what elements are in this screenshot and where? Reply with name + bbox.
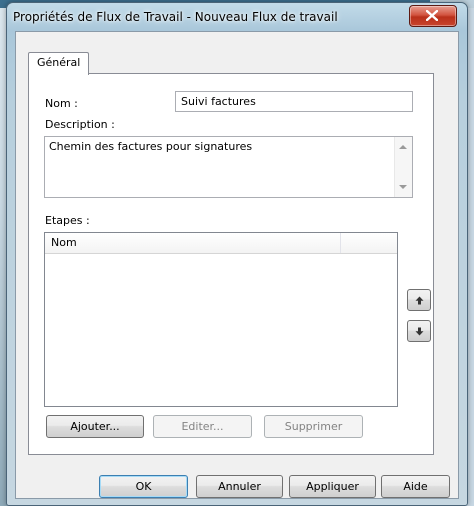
cancel-button[interactable]: Annuler [196, 475, 283, 498]
close-button[interactable] [409, 5, 457, 27]
close-icon [426, 10, 438, 21]
description-text: Chemin des factures pour signatures [49, 140, 253, 153]
edit-step-button[interactable]: Editer... [153, 415, 252, 438]
scroll-down-icon[interactable] [399, 185, 407, 189]
column-header-nom[interactable]: Nom [45, 233, 341, 253]
arrow-up-icon [415, 296, 424, 305]
delete-step-button[interactable]: Supprimer [264, 415, 363, 438]
dialog-client-area: Général Nom : Suivi factures Description… [15, 31, 459, 499]
column-header-empty[interactable] [341, 233, 399, 253]
workflow-properties-dialog: Propriétés de Flux de Travail - Nouveau … [6, 2, 468, 506]
ok-button[interactable]: OK [99, 475, 188, 498]
name-label: Nom : [45, 97, 78, 110]
add-step-button[interactable]: Ajouter... [46, 415, 144, 438]
steps-list[interactable]: Nom [44, 232, 398, 407]
dialog-title: Propriétés de Flux de Travail - Nouveau … [13, 10, 338, 24]
steps-list-header: Nom [45, 233, 397, 254]
move-up-button[interactable] [407, 289, 431, 311]
description-textarea[interactable]: Chemin des factures pour signatures [44, 136, 413, 198]
scroll-up-icon[interactable] [399, 145, 407, 149]
title-bar[interactable]: Propriétés de Flux de Travail - Nouveau … [7, 3, 467, 31]
move-down-button[interactable] [407, 320, 431, 342]
help-button[interactable]: Aide [381, 475, 450, 498]
tab-general[interactable]: Général [28, 52, 90, 75]
description-scrollbar[interactable] [394, 137, 412, 197]
name-input[interactable]: Suivi factures [175, 91, 413, 112]
apply-button[interactable]: Appliquer [289, 475, 376, 498]
description-label: Description : [45, 118, 115, 131]
arrow-down-icon [415, 327, 424, 336]
steps-label: Etapes : [45, 214, 90, 227]
tab-panel-general: Nom : Suivi factures Description : Chemi… [28, 73, 434, 455]
